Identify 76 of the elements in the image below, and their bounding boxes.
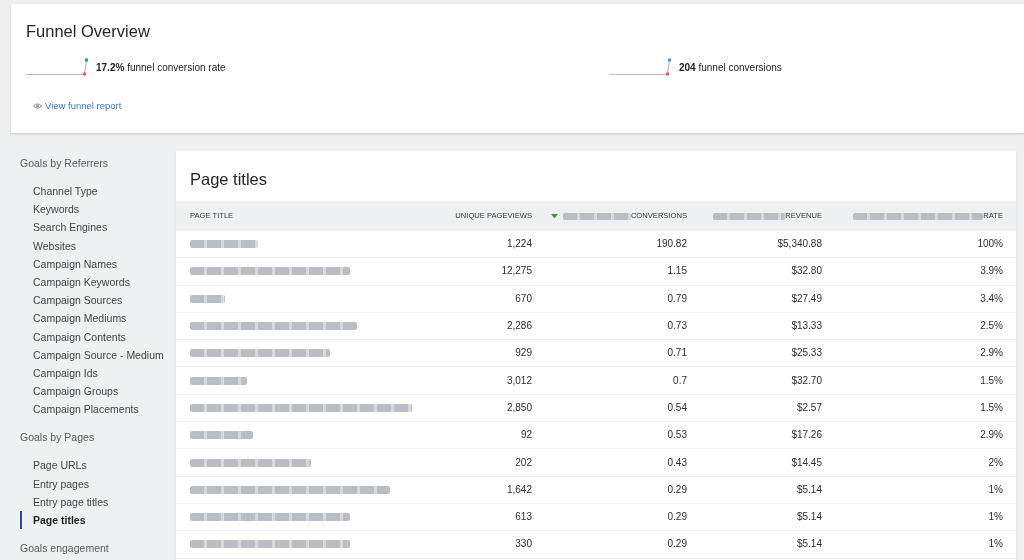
table-cell: 0.73 [667,320,687,333]
table-cell: 202 [515,456,532,469]
sidebar-item[interactable]: Entry page titles [20,492,109,511]
sidebar-item[interactable]: Campaign Keywords [20,272,130,292]
metric-text: 17.2% funnel conversion rate [96,62,226,75]
table-cell: 0.7 [673,374,687,387]
table-cell: 0.43 [667,456,687,469]
table-cell: 1.5% [980,401,1003,414]
table-cell: 3.4% [980,292,1003,305]
table-cell: $27.49 [791,292,822,305]
sidebar-item[interactable]: Campaign Ids [20,363,98,383]
metric-text: 204 funnel conversions [679,62,782,75]
table-cell: $25.33 [791,347,822,360]
sparkline [26,58,88,76]
table-cell: $32.80 [791,265,822,278]
sidebar-item[interactable]: Entry pages [20,474,90,493]
table-cell: 92 [520,429,532,442]
table-cell: 2% [988,456,1003,469]
table-title: Page titles [190,169,268,189]
sidebar-item[interactable]: Campaign Mediums [20,309,127,328]
sidebar-item[interactable]: Websites [20,236,76,255]
table-cell: $32.70 [791,374,822,387]
sidebar-item[interactable]: Channel Type [20,182,98,201]
sidebar-item[interactable]: Campaign Contents [20,327,126,346]
table-cell: 0.29 [667,483,687,496]
table-cell: 0.54 [667,401,687,414]
sidebar-item[interactable]: Campaign Groups [20,382,119,401]
table-cell: 2.5% [980,320,1003,333]
table-cell: $14.45 [791,456,822,469]
table-cell: 2.9% [980,429,1003,442]
table-cell: $5,340.88 [777,238,822,251]
table-cell: 2,850 [506,401,532,414]
table-cell: 12,275 [501,265,532,278]
sparkline [609,58,671,76]
table-cell: $5.14 [796,483,822,496]
eye-icon [33,103,42,109]
table-cell: 1% [988,483,1003,496]
table-cell: 0.29 [667,511,687,524]
table-cell: 1.15 [667,265,687,278]
table-cell: 2,286 [506,320,532,333]
sidebar-item[interactable]: Campaign Sources [20,291,123,310]
sidebar-heading: Goals engagement [20,541,109,556]
table-cell: 2.9% [980,347,1003,360]
table-cell: 0.71 [667,347,687,360]
table-cell: 1.5% [980,374,1003,387]
sidebar-item[interactable]: Page URLs [20,456,87,475]
table-cell: 0.29 [667,538,687,551]
sidebar-heading: Goals by Referrers [20,156,109,170]
table-cell: $17.26 [791,429,822,442]
table-cell: 3.9% [980,265,1003,278]
table-cell: 613 [515,511,532,524]
table-cell: 1% [988,511,1003,524]
table-cell: 3,012 [506,374,532,387]
table-cell: 330 [515,538,532,551]
sidebar-item[interactable]: Page titles [20,511,86,530]
sidebar-heading: Goals by Pages [20,430,95,445]
table-cell: 0.53 [667,429,687,442]
sidebar-item[interactable]: Campaign Source - Medium [20,345,164,364]
table-cell: 0.79 [667,292,687,305]
table-cell: $13.33 [791,320,822,333]
sidebar-item[interactable]: Search Engines [20,218,108,237]
table-cell: 670 [515,292,532,305]
table-cell: $5.14 [796,538,822,551]
table-cell: 190.82 [656,238,687,251]
sidebar-item[interactable]: Campaign Placements [20,400,139,419]
table-cell: $2.57 [796,401,822,414]
view-report-link[interactable]: View funnel report [33,100,122,112]
table-cell: 929 [515,347,532,360]
table-cell: 1% [988,538,1003,551]
table-cell: $5.14 [796,511,822,524]
sidebar-item[interactable]: Campaign Names [20,254,118,273]
overview-title: Funnel Overview [26,22,150,40]
table-cell: 100% [977,238,1003,251]
table-cell: 1,224 [506,238,532,251]
table-cell: 1,642 [506,483,532,496]
sidebar-item[interactable]: Keywords [20,200,80,219]
